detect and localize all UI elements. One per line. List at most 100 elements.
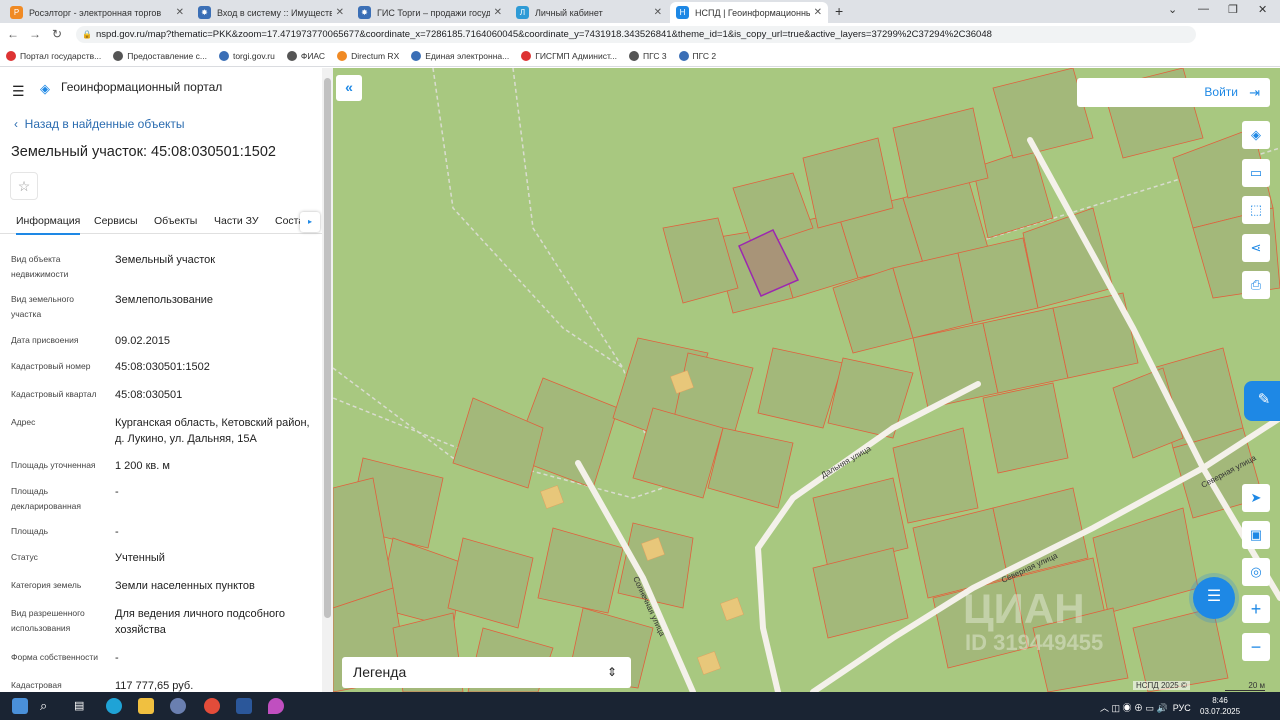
expand-arrows-icon: ⇕	[606, 665, 617, 679]
tab-objects[interactable]: Объекты	[154, 215, 197, 227]
bookmark-item[interactable]: ПГС 2	[678, 50, 716, 61]
collapse-panel-button[interactable]: «	[336, 75, 362, 101]
tab-parts[interactable]: Части ЗУ	[214, 215, 259, 227]
close-icon[interactable]: ✕	[814, 7, 822, 18]
chevron-left-icon: ‹	[14, 117, 25, 131]
bookmark-item[interactable]: ПГС 3	[628, 50, 667, 61]
edge-icon[interactable]	[106, 698, 122, 714]
select-area-icon[interactable]: ⬚	[1242, 196, 1270, 224]
field-value: 1 200 кв. м	[115, 460, 170, 472]
windows-taskbar: ⌕ ▤ ︿ ◫ ◉ ⊕ ▭ 🔊 РУС 8:46 03.07.2025	[0, 692, 1280, 720]
clock[interactable]: 8:46 03.07.2025	[1200, 695, 1240, 717]
field-value: Земельный участок	[115, 254, 216, 266]
field-label: Кадастровая	[11, 680, 62, 690]
back-to-results-link[interactable]: ‹ Назад в найденные объекты	[14, 117, 185, 131]
back-arrow-icon[interactable]: ←	[4, 27, 22, 41]
field-value: -	[115, 486, 119, 498]
close-icon[interactable]: ✕	[494, 7, 502, 18]
tab-title: Личный кабинет	[535, 7, 603, 18]
restore-icon[interactable]: ❐	[1228, 3, 1238, 16]
share-map-icon[interactable]: ⋖	[1242, 234, 1270, 262]
close-window-icon[interactable]: ✕	[1258, 3, 1267, 16]
system-tray[interactable]: ︿ ◫ ◉ ⊕ ▭ 🔊 РУС	[1100, 701, 1191, 714]
field-value: Для ведения личного подсобного хозяйства	[115, 608, 286, 636]
hamburger-menu-icon[interactable]: ☰	[12, 83, 25, 100]
lock-icon: 🔒	[82, 30, 92, 39]
forward-arrow-icon[interactable]: →	[26, 27, 44, 41]
watermark-id: ID 319449455	[965, 630, 1103, 655]
reload-icon[interactable]: ↻	[48, 27, 66, 41]
field-value: 09.02.2015	[115, 335, 171, 347]
favorite-star-button[interactable]: ☆	[10, 172, 38, 200]
bookmark-icon	[113, 50, 124, 61]
bookmark-item[interactable]: Портал государств...	[6, 50, 101, 61]
field-value: 45:08:030501	[115, 389, 183, 401]
bookmark-icon	[6, 50, 16, 61]
map-canvas[interactable]: Дальняя улица Северная улица Северная ул…	[333, 68, 1280, 692]
bookmark-item[interactable]: ФИАС	[286, 50, 325, 61]
url-text: nspd.gov.ru/map?thematic=PKK&zoom=17.471…	[96, 29, 992, 40]
watermark-text: ЦИАН	[963, 585, 1085, 632]
browser-tab[interactable]: Л Личный кабинет ✕	[510, 2, 668, 23]
search-icon[interactable]: ⌕	[40, 698, 56, 714]
app-icon[interactable]	[170, 698, 186, 714]
tab-search-icon[interactable]: ⌄	[1168, 3, 1177, 16]
bookmark-item[interactable]: Предоставление с...	[113, 50, 207, 61]
tab-services[interactable]: Сервисы	[94, 215, 138, 227]
minimize-icon[interactable]: —	[1198, 3, 1209, 15]
field-label: Адрес	[11, 417, 36, 427]
word-icon[interactable]	[236, 698, 252, 714]
bookmark-icon	[218, 50, 229, 61]
field-value: Учтенный	[115, 552, 165, 564]
portal-name: Геоинформационный портал	[61, 80, 223, 94]
browser-tab[interactable]: Р Росэлторг - электронная торгов ✕	[4, 2, 190, 23]
panel-tabs: Информация Сервисы Объекты Части ЗУ Сост…	[0, 210, 322, 235]
tab-information[interactable]: Информация	[16, 215, 81, 235]
chat-bubble-icon[interactable]: ☰	[1193, 577, 1235, 619]
browser-tab[interactable]: ✸ Вход в систему :: Имущественн ✕	[192, 2, 350, 23]
tab-favicon: Р	[10, 6, 23, 19]
chrome-icon[interactable]	[204, 698, 220, 714]
feedback-chat-icon[interactable]: ✎	[1244, 381, 1280, 421]
close-icon[interactable]: ✕	[654, 7, 662, 18]
browser-tab-bar: Р Росэлторг - электронная торгов ✕ ✸ Вход в…	[0, 0, 1280, 23]
bookmark-icon	[678, 50, 689, 61]
windows-start-icon[interactable]	[12, 698, 28, 714]
tab-favicon: Н	[676, 6, 689, 19]
language-indicator[interactable]: РУС	[1173, 703, 1191, 713]
field-label: Кадастровый номер	[11, 361, 91, 371]
parcels	[333, 68, 1280, 692]
street-label: Дальняя улица	[820, 444, 873, 480]
layers-icon[interactable]: ◈	[1242, 121, 1270, 149]
field-value: Землепользование	[115, 294, 214, 306]
geolocation-icon[interactable]: ➤	[1242, 484, 1270, 512]
new-tab-button[interactable]: +	[835, 3, 843, 19]
browser-tab-active[interactable]: Н НСПД | Геоинформационный п ✕	[670, 2, 828, 23]
map-copyright: НСПД 2025 ©	[1133, 681, 1190, 690]
url-input[interactable]: 🔒 nspd.gov.ru/map?thematic=PKK&zoom=17.47…	[76, 26, 1196, 43]
bookmark-item[interactable]: Единая электронна...	[411, 50, 509, 61]
close-icon[interactable]: ✕	[336, 7, 344, 18]
explorer-icon[interactable]	[138, 698, 154, 714]
close-icon[interactable]: ✕	[176, 7, 184, 18]
tabs-scroll-right-button[interactable]: ▸	[300, 212, 320, 232]
bookmark-item[interactable]: ГИСГМП Админист...	[521, 50, 617, 61]
bookmark-icon	[628, 50, 639, 61]
zoom-out-button[interactable]: −	[1242, 633, 1270, 661]
panel-scrollbar[interactable]	[322, 68, 333, 692]
bookmark-item[interactable]: Directum RX	[337, 50, 399, 61]
zoom-in-button[interactable]: +	[1242, 595, 1270, 623]
print-icon[interactable]: ⎙	[1242, 271, 1270, 299]
login-button[interactable]: Войти ⇥	[1077, 78, 1270, 107]
street-view-icon[interactable]: ◎	[1242, 558, 1270, 586]
tab-favicon: Л	[516, 6, 529, 19]
minimap-icon[interactable]: ▣	[1242, 521, 1270, 549]
scrollbar-thumb[interactable]	[324, 78, 331, 618]
app-icon-2[interactable]	[268, 698, 284, 714]
ruler-icon[interactable]: ▭	[1242, 159, 1270, 187]
tab-title: Вход в систему :: Имущественн	[217, 7, 332, 18]
bookmark-item[interactable]: torgi.gov.ru	[218, 50, 275, 61]
legend-dropdown[interactable]: Легенда ⇕	[342, 657, 631, 688]
task-view-icon[interactable]: ▤	[74, 698, 90, 714]
browser-tab[interactable]: ✸ ГИС Торги – продажи государс ✕	[352, 2, 508, 23]
